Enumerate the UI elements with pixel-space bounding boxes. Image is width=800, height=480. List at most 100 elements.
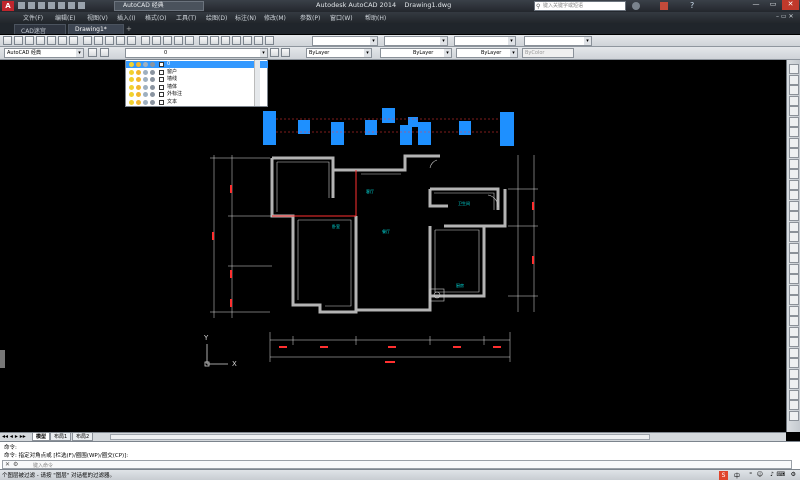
zoom-window-icon[interactable] — [174, 36, 183, 45]
layer-on-icon[interactable] — [129, 84, 134, 90]
block-7[interactable] — [408, 117, 418, 127]
layer-on-icon[interactable] — [129, 99, 134, 105]
block-3[interactable] — [331, 122, 344, 145]
stretch-icon[interactable] — [789, 148, 799, 158]
quickcalc-icon[interactable] — [254, 36, 263, 45]
layer-item[interactable]: 墙线 — [126, 76, 268, 83]
revcloud-icon[interactable] — [789, 295, 799, 305]
new-tab-icon[interactable]: + — [126, 25, 132, 33]
tab-cad-maze[interactable]: CAD迷宫 — [14, 24, 66, 35]
keyboard-icon[interactable]: ⌨ — [776, 471, 785, 478]
layer-color-swatch[interactable] — [159, 77, 164, 82]
layer-color-swatch[interactable] — [159, 84, 164, 90]
fillet-icon[interactable] — [789, 211, 799, 221]
layer-lock-icon[interactable] — [143, 62, 148, 67]
erase-icon[interactable] — [789, 64, 799, 74]
tab-layout1[interactable]: 布局1 — [50, 433, 72, 441]
menu-modify[interactable]: 修改(M) — [264, 13, 286, 22]
ime-punct-icon[interactable]: ᵒ — [750, 471, 752, 478]
menu-edit[interactable]: 编辑(E) — [55, 13, 75, 22]
layer-list-scrollbar[interactable] — [254, 60, 260, 106]
table-icon[interactable] — [789, 389, 799, 400]
polyline-icon[interactable] — [789, 242, 799, 253]
hatch-icon[interactable] — [789, 358, 799, 368]
layer-on-icon[interactable] — [129, 62, 134, 67]
zoom-realtime-icon[interactable] — [163, 36, 172, 45]
3d-print-icon[interactable] — [69, 36, 78, 45]
insert-block-icon[interactable] — [789, 326, 799, 337]
help-icon[interactable] — [265, 36, 274, 45]
layer-viewport-icon[interactable] — [150, 62, 155, 67]
plot-icon[interactable] — [58, 2, 65, 9]
layer-color-swatch[interactable] — [159, 92, 164, 97]
linetype-dropdown[interactable]: ByLayer ▾ — [380, 48, 452, 58]
polygon-icon[interactable] — [789, 253, 799, 263]
layer-item[interactable]: 外标注 — [126, 91, 268, 98]
undo-icon[interactable] — [127, 36, 136, 45]
layer-lock-icon[interactable] — [143, 84, 148, 90]
join-icon[interactable] — [789, 190, 799, 200]
layer-color-swatch[interactable] — [159, 62, 164, 67]
layer-on-icon[interactable] — [129, 77, 134, 82]
design-center-icon[interactable] — [210, 36, 219, 45]
block-5[interactable] — [382, 108, 395, 123]
menu-format[interactable]: 格式(O) — [145, 13, 166, 22]
layer-item[interactable]: 窗户 — [126, 69, 268, 76]
layer-thaw-icon[interactable] — [136, 62, 141, 67]
layer-item[interactable]: 0 — [126, 61, 268, 68]
saveas-icon[interactable] — [48, 2, 55, 9]
publish-icon[interactable] — [58, 36, 67, 45]
emoji-icon[interactable]: ☺ — [757, 471, 763, 478]
search-box[interactable]: ⚲ 键入关键字或短语 — [534, 1, 626, 11]
exchange-icon[interactable] — [660, 2, 668, 10]
layer-lock-icon[interactable] — [143, 92, 148, 97]
offset-icon[interactable] — [789, 95, 799, 106]
array-icon[interactable] — [789, 106, 799, 116]
horizontal-scrollbar[interactable] — [110, 434, 650, 440]
layer-lock-icon[interactable] — [143, 77, 148, 82]
layer-viewport-icon[interactable] — [150, 77, 155, 82]
open-icon[interactable] — [28, 2, 35, 9]
match-icon[interactable] — [116, 36, 125, 45]
save-icon[interactable] — [38, 2, 45, 9]
new-icon[interactable] — [3, 36, 12, 45]
layer-item[interactable]: 墙体 — [126, 84, 268, 91]
gradient-icon[interactable] — [789, 368, 799, 379]
menu-insert[interactable]: 插入(I) — [117, 13, 135, 22]
menu-window[interactable]: 窗口(W) — [330, 13, 353, 22]
layer-lock-icon[interactable] — [143, 69, 148, 75]
tab-drawing1[interactable]: Drawing1* — [68, 24, 124, 34]
paste-icon[interactable] — [105, 36, 114, 45]
menu-tools[interactable]: 工具(T) — [176, 13, 196, 22]
menu-view[interactable]: 视图(V) — [87, 13, 108, 22]
layer-thaw-icon[interactable] — [136, 77, 141, 82]
layer-viewport-icon[interactable] — [150, 69, 155, 75]
sogou-icon[interactable]: S — [719, 471, 728, 480]
layer-color-swatch[interactable] — [159, 99, 164, 105]
rotate-icon[interactable] — [789, 127, 799, 137]
help-icon[interactable]: ? — [690, 1, 700, 11]
layer-thaw-icon[interactable] — [136, 99, 141, 105]
ime-zh-icon[interactable]: 中 — [734, 471, 740, 480]
undo-icon[interactable] — [68, 2, 75, 9]
workspace-settings-icon[interactable] — [88, 48, 97, 57]
region-icon[interactable] — [789, 379, 799, 389]
mtext-icon[interactable] — [789, 400, 799, 410]
zoom-previous-icon[interactable] — [185, 36, 194, 45]
menu-dimension[interactable]: 标注(N) — [235, 13, 256, 22]
layer-thaw-icon[interactable] — [136, 92, 141, 97]
layer-previous-icon[interactable] — [281, 48, 290, 57]
workspace-dropdown[interactable]: AutoCAD 经典 ▾ — [4, 48, 84, 58]
layer-color-swatch[interactable] — [159, 69, 164, 75]
textstyle-dropdown[interactable]: ▾ — [312, 36, 378, 46]
save-icon[interactable] — [25, 36, 34, 45]
rectangle-icon[interactable] — [789, 263, 799, 274]
mirror-icon[interactable] — [789, 85, 799, 95]
sheet-set-icon[interactable] — [232, 36, 241, 45]
layer-viewport-icon[interactable] — [150, 92, 155, 97]
ellipse-icon[interactable] — [789, 316, 799, 326]
plot-icon[interactable] — [36, 36, 45, 45]
user-icon[interactable] — [632, 2, 640, 10]
left-scroll-handle[interactable] — [0, 350, 5, 368]
tab-layout2[interactable]: 布局2 — [72, 433, 94, 441]
